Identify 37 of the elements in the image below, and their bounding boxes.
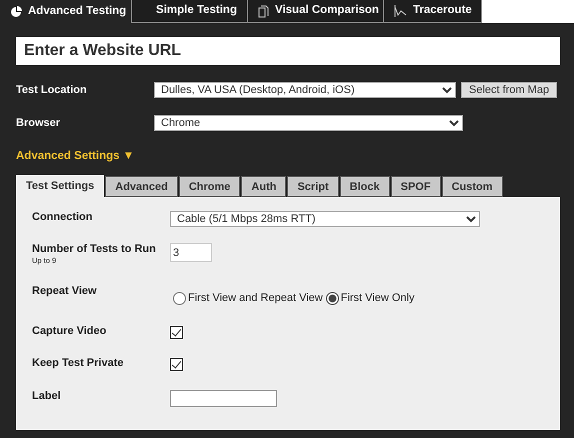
tab[interactable]: SPOF <box>390 176 441 198</box>
tab[interactable]: Visual Comparison <box>248 0 384 23</box>
field-label: Browser <box>16 116 62 130</box>
select-field[interactable]: Chrome <box>154 114 463 131</box>
tab[interactable]: Script <box>287 176 339 198</box>
tab[interactable]: Simple Testing <box>132 0 248 23</box>
tab[interactable]: Traceroute <box>384 0 482 23</box>
pie-chart-icon <box>10 6 22 18</box>
tab[interactable]: Test Settings <box>16 175 104 198</box>
select-from-map-button[interactable]: Select from Map <box>461 82 558 98</box>
field-label: Capture Video <box>32 324 108 338</box>
line-graph-icon <box>394 4 407 18</box>
tab[interactable]: Block <box>340 176 390 198</box>
advanced-settings-toggle[interactable]: Advanced Settings ▼ <box>16 148 134 166</box>
field-label: Repeat View <box>32 285 98 299</box>
option-label: First View Only <box>340 291 414 306</box>
tab[interactable]: Advanced Testing <box>0 0 132 23</box>
select-field[interactable]: Dulles, VA USA (Desktop, Android, iOS) <box>154 82 456 98</box>
radio-button[interactable] <box>173 292 186 306</box>
field-label: Label <box>32 390 62 404</box>
field-label: Number of Tests to Run <box>32 243 157 256</box>
document-icon <box>258 4 269 18</box>
tab[interactable]: Advanced <box>105 176 178 198</box>
radio-button[interactable] <box>326 292 339 306</box>
tab[interactable]: Auth <box>241 176 286 198</box>
text-field[interactable] <box>170 390 277 407</box>
field-label: Keep Test Private <box>32 356 125 370</box>
field-label: Connection <box>32 211 94 224</box>
url-field[interactable]: Enter a Website URL <box>16 37 560 65</box>
number-field[interactable]: 3 <box>170 243 212 262</box>
tab[interactable]: Chrome <box>178 176 240 198</box>
checkbox[interactable] <box>170 358 183 371</box>
option-label: First View and Repeat View <box>188 291 323 306</box>
field-label: Test Location <box>16 83 88 98</box>
tab[interactable]: Custom <box>442 176 503 198</box>
select-field[interactable]: Cable (5/1 Mbps 28ms RTT) <box>170 211 480 228</box>
checkbox[interactable] <box>170 326 183 339</box>
